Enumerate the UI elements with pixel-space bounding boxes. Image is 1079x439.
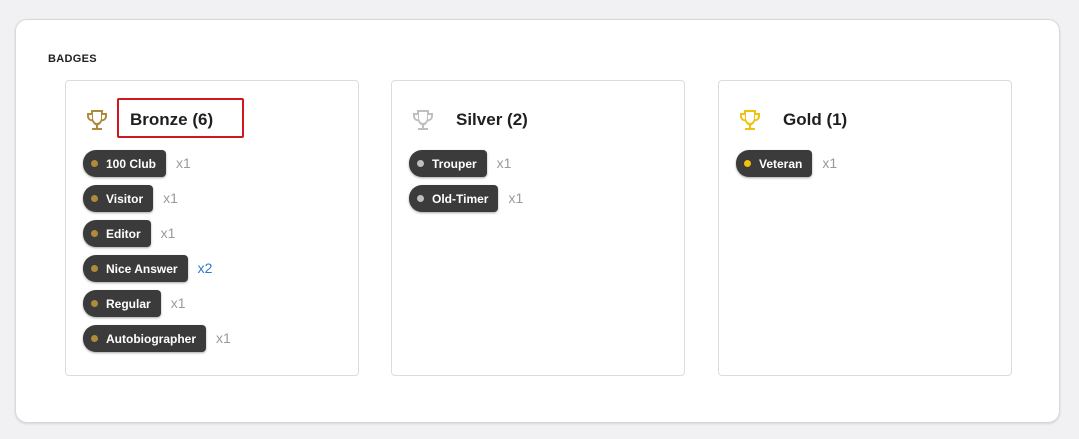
panel-title: Bronze (6) [130,110,214,129]
gold-panel: Gold (1) Veteran x1 [718,80,1012,376]
badge-chip[interactable]: Editor [83,220,151,247]
panel-title: Silver (2) [456,110,528,129]
badge-chip[interactable]: Regular [83,290,161,317]
badge-row: Visitor x1 [83,185,231,220]
gold-header: Gold (1) [737,103,847,137]
badge-row: Autobiographer x1 [83,325,231,360]
badge-chip[interactable]: Visitor [83,185,154,212]
badge-count: x1 [216,330,231,346]
bronze-dot-icon [91,265,98,272]
badge-list: Veteran x1 [736,150,837,185]
panel-title: Gold (1) [783,110,848,129]
badge-count: x1 [160,225,176,241]
badge-count: x1 [176,155,191,171]
bronze-dot-icon [91,160,98,167]
bronze-dot-icon [91,335,98,342]
badge-count-link[interactable]: x2 [198,255,213,281]
silver-dot-icon [417,195,424,202]
badge-chip[interactable]: Nice Answer [83,255,188,282]
section-title: BADGES [48,53,97,65]
badge-chip[interactable]: Trouper [409,150,487,177]
bronze-panel: Bronze (6) 100 Club x1 Visitor x1 Editor… [65,80,359,376]
badge-count: x1 [496,155,512,171]
badge-list: 100 Club x1 Visitor x1 Editor x1 Nice An… [83,150,231,360]
badges-card: BADGES Bronze (6) 100 Club x1 Visitor x1… [15,19,1060,423]
badge-count: x1 [163,190,178,206]
badge-count: x1 [508,190,524,206]
trophy-icon [410,107,436,133]
badge-row: Editor x1 [83,220,231,255]
bronze-dot-icon [91,300,98,307]
silver-dot-icon [417,160,424,167]
trophy-icon [84,107,110,133]
bronze-dot-icon [91,195,98,202]
silver-panel: Silver (2) Trouper x1 Old-Timer x1 [391,80,685,376]
badge-list: Trouper x1 Old-Timer x1 [409,150,523,220]
gold-dot-icon [744,160,751,167]
badge-chip[interactable]: Veteran [736,150,813,177]
badge-row: Old-Timer x1 [409,185,523,220]
badge-chip[interactable]: 100 Club [83,150,167,177]
badge-count: x1 [170,295,186,311]
silver-header: Silver (2) [410,103,528,137]
badge-row: Trouper x1 [409,150,523,185]
badge-row: 100 Club x1 [83,150,231,185]
bronze-dot-icon [91,230,98,237]
badge-row: Veteran x1 [736,150,837,185]
badge-count: x1 [822,155,838,171]
badge-chip[interactable]: Autobiographer [83,325,206,352]
badge-row: Nice Answer x2 [83,255,231,290]
bronze-header: Bronze (6) [84,103,213,137]
badge-row: Regular x1 [83,290,231,325]
badge-chip[interactable]: Old-Timer [409,185,499,212]
trophy-icon [737,107,763,133]
